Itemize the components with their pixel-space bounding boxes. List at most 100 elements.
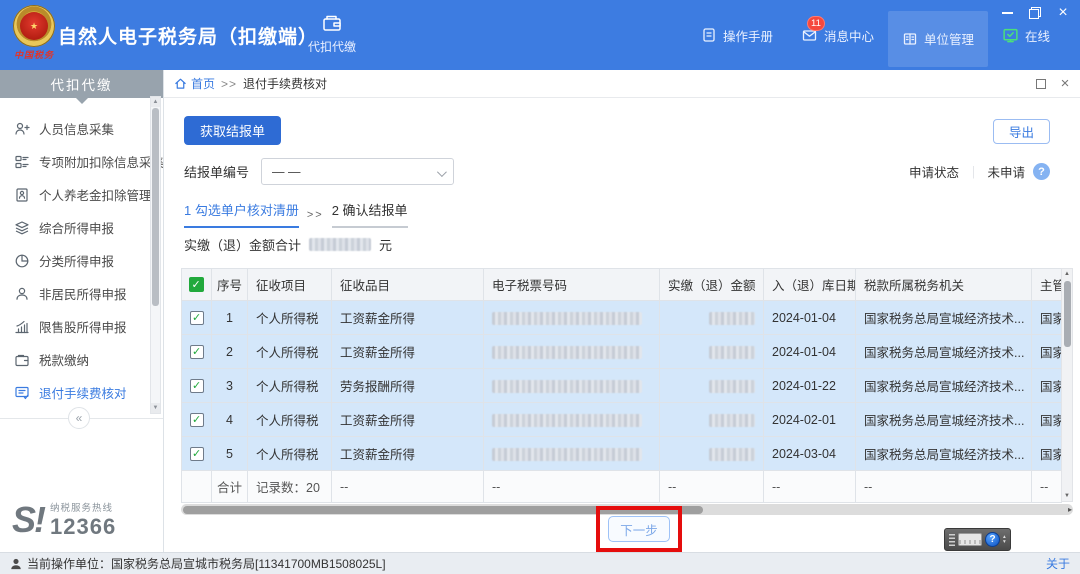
status-divider: ｜ xyxy=(966,166,980,180)
tab-withholding-label: 代扣代缴 xyxy=(307,40,356,54)
footer-dash: -- xyxy=(855,470,1032,503)
layers-icon xyxy=(14,220,30,236)
table-row[interactable]: 2 个人所得税 工资薪金所得 2024-01-04 国家税务总局宣城经济技术..… xyxy=(181,334,1062,369)
message-count-badge: 11 xyxy=(806,16,825,31)
sidebar-collapse-button[interactable]: « xyxy=(68,407,90,429)
breadcrumb-current: 退付手续费核对 xyxy=(243,77,328,91)
table-row[interactable]: 1 个人所得税 工资薪金所得 2024-01-04 国家税务总局宣城经济技术..… xyxy=(181,300,1062,335)
ime-expand-icon[interactable] xyxy=(1003,535,1006,545)
next-step-button[interactable]: 下一步 xyxy=(608,516,670,542)
sidebar-item-label: 限售股所得申报 xyxy=(39,321,127,335)
scroll-right-icon[interactable] xyxy=(1068,505,1072,514)
close-icon[interactable] xyxy=(1056,6,1070,20)
sidebar-header: 代扣代缴 xyxy=(0,70,163,104)
sidebar: 代扣代缴 人员信息采集 专项附加扣除信息采集 个人养老金扣除管理 综合所得申报 … xyxy=(0,70,165,552)
row-checkbox[interactable] xyxy=(189,412,204,427)
row-checkbox[interactable] xyxy=(189,446,204,461)
sidebar-item-special-deduction[interactable]: 专项附加扣除信息采集 xyxy=(0,145,165,178)
settlement-table: 序号 征收项目 征收品目 电子税票号码 实缴（退）金额 入（退）库日期 税款所属… xyxy=(181,268,1062,503)
document-check-icon xyxy=(14,385,30,401)
settlement-table-wrap: 序号 征收项目 征收品目 电子税票号码 实缴（退）金额 入（退）库日期 税款所属… xyxy=(181,268,1073,516)
keyboard-icon[interactable] xyxy=(958,533,982,546)
help-icon[interactable]: ? xyxy=(1033,163,1050,180)
report-number-value: — — xyxy=(272,164,301,179)
person-icon xyxy=(14,286,30,302)
table-header-row: 序号 征收项目 征收品目 电子税票号码 实缴（退）金额 入（退）库日期 税款所属… xyxy=(181,268,1062,301)
table-row[interactable]: 5 个人所得税 工资薪金所得 2024-03-04 国家税务总局宣城经济技术..… xyxy=(181,436,1062,471)
scroll-down-icon[interactable] xyxy=(1062,491,1072,501)
cell-date: 2024-01-04 xyxy=(763,300,856,335)
nav-message-center[interactable]: 11 消息中心 xyxy=(787,0,888,70)
cell-seq: 4 xyxy=(211,402,248,437)
status-label: 申请状态 xyxy=(908,166,959,180)
sidebar-item-label: 专项附加扣除信息采集 xyxy=(39,156,165,170)
sidebar-item-label: 税款缴纳 xyxy=(39,354,90,368)
cell-authority: 国家税务总局宣城经济技术... xyxy=(855,436,1032,471)
breadcrumb-home[interactable]: 首页 xyxy=(174,75,215,92)
sidebar-item-label: 综合所得申报 xyxy=(39,222,115,236)
cell-supervisor: 国家 xyxy=(1031,436,1062,471)
sidebar-item-label: 个人养老金扣除管理 xyxy=(39,189,152,203)
about-link[interactable]: 关于 xyxy=(1046,555,1070,572)
cell-category: 工资薪金所得 xyxy=(331,334,484,369)
footer-label: 合计 xyxy=(211,470,248,503)
step-1-tab[interactable]: 1 勾选单户核对清册 xyxy=(184,200,299,228)
cell-supervisor: 国家 xyxy=(1031,300,1062,335)
sidebar-item-pension-deduction[interactable]: 个人养老金扣除管理 xyxy=(0,178,163,211)
scroll-down-icon[interactable] xyxy=(151,403,160,413)
cell-seq: 5 xyxy=(211,436,248,471)
pie-chart-icon xyxy=(14,253,30,269)
redacted-ticket-number xyxy=(492,311,642,325)
nav-operation-manual[interactable]: 操作手册 xyxy=(687,0,787,70)
cell-item: 个人所得税 xyxy=(247,402,332,437)
restore-icon[interactable] xyxy=(1028,6,1042,20)
export-button[interactable]: 导出 xyxy=(992,119,1050,144)
sidebar-item-personnel-info[interactable]: 人员信息采集 xyxy=(0,112,163,145)
scroll-up-icon[interactable] xyxy=(1062,269,1072,279)
breadcrumb-separator: >> xyxy=(221,76,238,91)
nav-label: 操作手册 xyxy=(722,29,773,44)
footer-dash: -- xyxy=(659,470,764,503)
scroll-up-icon[interactable] xyxy=(151,97,160,107)
scrollbar-thumb[interactable] xyxy=(152,108,159,306)
sidebar-item-classified-income[interactable]: 分类所得申报 xyxy=(0,244,163,277)
tab-withholding[interactable]: 代扣代缴 xyxy=(287,13,377,55)
sidebar-scrollbar[interactable] xyxy=(150,96,161,414)
select-all-checkbox[interactable] xyxy=(189,277,204,293)
panel-maximize-icon[interactable] xyxy=(1035,78,1047,90)
sidebar-item-comprehensive-income[interactable]: 综合所得申报 xyxy=(0,211,163,244)
panel-close-icon[interactable] xyxy=(1059,78,1071,90)
cell-date: 2024-01-22 xyxy=(763,368,856,403)
wallet-icon xyxy=(287,13,377,33)
fetch-settlement-button[interactable]: 获取结报单 xyxy=(184,116,282,145)
footer-dash: -- xyxy=(1031,470,1062,503)
table-row[interactable]: 4 个人所得税 工资薪金所得 2024-02-01 国家税务总局宣城经济技术..… xyxy=(181,402,1062,437)
cell-supervisor: 国家 xyxy=(1031,334,1062,369)
step-2-tab[interactable]: 2 确认结报单 xyxy=(331,200,408,228)
cell-date: 2024-03-04 xyxy=(763,436,856,471)
ime-toolbar[interactable]: ? xyxy=(944,528,1011,551)
nav-unit-management[interactable]: 单位管理 xyxy=(887,10,988,67)
user-icon xyxy=(10,558,22,570)
sidebar-item-refund-fee-check[interactable]: 退付手续费核对 xyxy=(0,376,163,409)
sidebar-item-nonresident-income[interactable]: 非居民所得申报 xyxy=(0,277,163,310)
row-checkbox[interactable] xyxy=(189,344,204,359)
table-vertical-scrollbar[interactable] xyxy=(1061,268,1073,502)
sidebar-item-restricted-shares[interactable]: 限售股所得申报 xyxy=(0,310,163,343)
cell-item: 个人所得税 xyxy=(247,334,332,369)
table-row[interactable]: 3 个人所得税 劳务报酬所得 2024-01-22 国家税务总局宣城经济技术..… xyxy=(181,368,1062,403)
national-emblem-icon: ★ xyxy=(13,5,55,47)
document-icon xyxy=(701,27,717,43)
col-category: 征收品目 xyxy=(331,268,484,301)
row-checkbox[interactable] xyxy=(189,310,204,325)
redacted-amount xyxy=(709,311,755,325)
cell-category: 劳务报酬所得 xyxy=(331,368,484,403)
ime-help-icon[interactable]: ? xyxy=(985,532,1000,547)
app-title: 自然人电子税务局（扣缴端） xyxy=(58,27,319,48)
scrollbar-thumb[interactable] xyxy=(1063,281,1071,347)
minimize-icon[interactable] xyxy=(1000,6,1014,20)
cell-item: 个人所得税 xyxy=(247,300,332,335)
row-checkbox[interactable] xyxy=(189,378,204,393)
report-number-select[interactable]: — — xyxy=(261,158,455,185)
sidebar-item-tax-payment[interactable]: 税款缴纳 xyxy=(0,343,163,376)
